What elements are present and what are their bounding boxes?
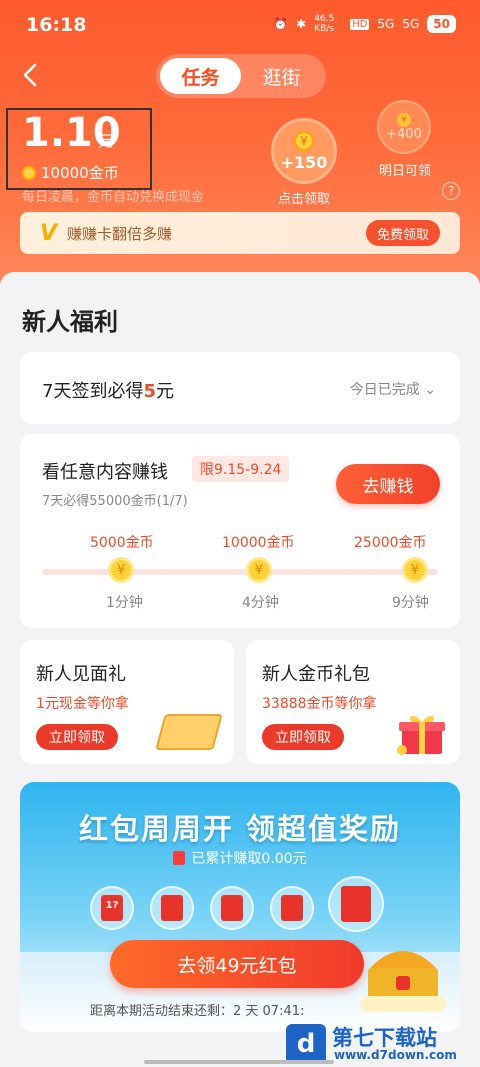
tomorrow-coins[interactable]: ¥ +400 — [377, 100, 431, 154]
claim-coins-button[interactable]: ¥ +150 — [271, 118, 337, 184]
go-earn-button[interactable]: 去赚钱 — [336, 464, 440, 504]
redpacket-day-3 — [210, 886, 254, 930]
hd-icon: HD — [350, 18, 370, 30]
redpacket-day-2 — [150, 886, 194, 930]
tab-tasks[interactable]: 任务 — [160, 58, 241, 94]
milestone-reward: 25000金币 — [354, 535, 427, 551]
redpacket-day-1: 1? — [90, 886, 134, 930]
yuan-coin-icon: ¥ — [294, 130, 314, 151]
watermark-logo-icon: d — [286, 1024, 326, 1064]
cash-stack-icon — [155, 714, 223, 750]
watch-title: 看任意内容赚钱 — [42, 462, 168, 483]
newbie-gift-card[interactable]: 新人见面礼 1元现金等你拿 立即领取 — [20, 640, 234, 764]
milestone-time: 9分钟 — [392, 595, 429, 611]
signin-status[interactable]: 今日已完成 ⌄ — [350, 379, 436, 399]
redpacket-big — [328, 876, 384, 932]
claim-coins-label: 点击领取 — [277, 192, 330, 207]
redpacket-day-4 — [270, 886, 314, 930]
milestone-coin-icon: ¥ — [402, 557, 428, 583]
get-redpacket-button[interactable]: 去领49元红包 — [110, 940, 364, 988]
milestone-coin-icon: ¥ — [246, 557, 272, 583]
signal-5g-icon-2: 5G — [402, 17, 420, 31]
coin-pack-card[interactable]: 新人金币礼包 33888金币等你拿 立即领取 — [246, 640, 460, 764]
tomorrow-coins-label: 明日可领 — [378, 164, 431, 179]
claim-coin-pack-button[interactable]: 立即领取 — [262, 724, 344, 750]
milestone-reward: 5000金币 — [90, 535, 154, 551]
milestone-reward: 10000金币 — [222, 535, 295, 551]
gift-sub: 1元现金等你拿 — [36, 696, 129, 712]
help-icon[interactable]: ? — [442, 182, 460, 200]
home-indicator[interactable] — [144, 1060, 334, 1064]
milestone-coin-icon: ¥ — [108, 557, 134, 583]
bluetooth-icon: ✱ — [296, 17, 307, 31]
top-tab-switch: 任务 逛街 — [156, 54, 326, 98]
back-icon[interactable] — [18, 62, 44, 88]
weekly-redpacket-banner[interactable]: 红包周周开 领超值奖励 已累计赚取0.00元 1? 去领49元红包 距离本期活动… — [20, 782, 460, 1032]
coin-balance: 10000金币 — [22, 162, 119, 183]
vip-icon: V — [40, 220, 58, 246]
status-time: 16:18 — [26, 14, 87, 36]
banner-accumulated: 已累计赚取0.00元 — [20, 848, 460, 868]
watch-sub: 7天必得55000金币(1/7) — [42, 494, 188, 509]
signal-5g-icon: 5G — [377, 17, 395, 31]
tab-shopping[interactable]: 逛街 — [241, 58, 322, 94]
section-title: 新人福利 — [22, 308, 118, 336]
tomorrow-coins-value: +400 — [386, 126, 422, 142]
vip-card-bar[interactable]: V 赚赚卡翻倍多赚 免费领取 — [20, 212, 460, 254]
alarm-icon: ⏰ — [273, 17, 289, 31]
redpacket-icon — [173, 851, 186, 865]
signin-text: 7天签到必得5元 — [42, 381, 174, 402]
battery-icon: 50 — [427, 15, 456, 33]
cash-unit: 元 — [98, 132, 114, 150]
watermark-url: www.d7down.com — [334, 1048, 457, 1062]
countdown-text: 距离本期活动结束还剩：2 天 07:41: — [90, 1004, 305, 1019]
exchange-hint: 每日凌晨，金币自动兑换成现金 — [22, 190, 205, 205]
milestone-time: 4分钟 — [242, 595, 279, 611]
signin-card[interactable]: 7天签到必得5元 今日已完成 ⌄ — [20, 352, 460, 424]
treasure-chest-icon — [360, 951, 446, 1012]
claim-coins-value: +150 — [280, 152, 328, 172]
coin-icon — [22, 165, 36, 180]
coin-balance-text: 10000金币 — [41, 164, 119, 182]
status-icons: ⏰ ✱ 46.5 KB/s HD 5G 5G 50 — [273, 14, 456, 34]
chevron-down-icon: ⌄ — [424, 382, 436, 398]
watermark: d 第七下载站 www.d7down.com — [286, 1022, 476, 1064]
milestone-time: 1分钟 — [106, 595, 143, 611]
watch-date-tag: 限9.15-9.24 — [192, 456, 290, 482]
vip-text: 赚赚卡翻倍多赚 — [67, 224, 173, 243]
banner-title: 红包周周开 领超值奖励 — [78, 812, 402, 846]
gift-title: 新人见面礼 — [36, 664, 126, 685]
network-speed: 46.5 KB/s — [314, 14, 335, 34]
gift-title: 新人金币礼包 — [262, 664, 370, 685]
progress-track — [42, 569, 438, 575]
yuan-coin-icon: ¥ — [397, 112, 411, 127]
watch-earn-card: 看任意内容赚钱 限9.15-9.24 7天必得55000金币(1/7) 去赚钱 … — [20, 434, 460, 628]
status-bar: 16:18 ⏰ ✱ 46.5 KB/s HD 5G 5G 50 — [0, 0, 480, 50]
gift-sub: 33888金币等你拿 — [262, 696, 377, 712]
claim-gift-button[interactable]: 立即领取 — [36, 724, 118, 750]
vip-claim-button[interactable]: 免费领取 — [366, 220, 440, 246]
gift-box-icon — [397, 715, 445, 755]
